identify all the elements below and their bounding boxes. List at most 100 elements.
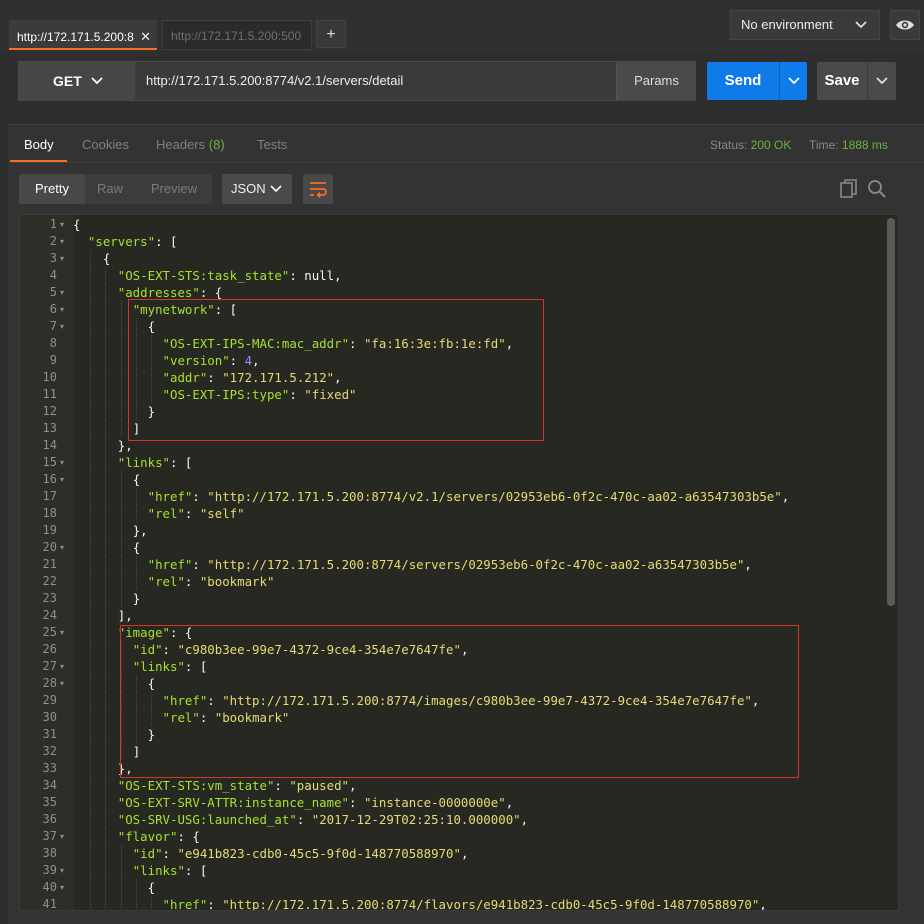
fold-toggle-icon[interactable]: ▾ [60, 539, 70, 556]
view-pretty-button[interactable]: Pretty [19, 174, 85, 204]
fold-toggle-icon[interactable]: ▾ [60, 233, 70, 250]
tab-body-label: Body [24, 137, 54, 152]
close-icon[interactable]: ✕ [140, 22, 151, 48]
line-number: 32 [42, 744, 57, 758]
tab-tests-label: Tests [257, 137, 288, 152]
code-token: : [162, 846, 178, 861]
fold-toggle-icon[interactable]: ▾ [60, 828, 70, 845]
line-number: 2 [49, 234, 57, 248]
fold-toggle-icon[interactable]: ▾ [60, 879, 70, 896]
code-token: : [184, 574, 200, 589]
indent-guide [120, 573, 122, 590]
fold-toggle-icon[interactable]: ▾ [60, 471, 70, 488]
request-tab-label: http://172.171.5.200:500 [171, 29, 302, 43]
code-token: "e941b823-cdb0-45c5-9f0d-148770588970" [177, 846, 461, 861]
indent-guide [120, 318, 122, 335]
code-token: "rel" [147, 506, 185, 521]
scrollbar[interactable] [887, 218, 895, 606]
indent-guide [90, 760, 92, 777]
code-token: "rel" [147, 574, 185, 589]
code-line: "servers": [ [73, 233, 178, 250]
fold-toggle-icon[interactable]: ▾ [60, 624, 70, 641]
code-token: : [192, 557, 208, 572]
tab-tests[interactable]: Tests [257, 128, 287, 162]
indent-guide [90, 641, 92, 658]
indent-guide [90, 556, 92, 573]
code-token: { [132, 472, 141, 487]
line-number: 16 [42, 472, 57, 486]
send-options-button[interactable] [779, 62, 807, 100]
fold-toggle-icon[interactable]: ▾ [60, 250, 70, 267]
line-number: 19 [42, 523, 57, 537]
indent-guide [105, 318, 107, 335]
indent-guide [135, 488, 137, 505]
search-icon[interactable] [866, 178, 888, 200]
time-label: Time: [809, 138, 839, 152]
indent-guide [120, 879, 122, 896]
code-token: "id" [132, 846, 163, 861]
new-tab-button[interactable]: + [316, 20, 346, 48]
chevron-down-icon [855, 11, 867, 49]
fold-toggle-icon[interactable]: ▾ [60, 658, 70, 675]
environment-select[interactable]: No environment [730, 10, 880, 40]
line-number: 4 [49, 268, 57, 282]
response-body-editor[interactable]: 1 ▾ 2 ▾ 3 ▾ 4 5 ▾ 6 ▾ 7 ▾ 8 9 10 11 12 13 14 15 ▾ 16 ▾ 17 18 19 20 ▾… [19, 214, 899, 911]
indent-guide [90, 505, 92, 522]
code-token: "instance-0000000e" [363, 795, 506, 810]
indent-guide [90, 777, 92, 794]
code-line: "OS-EXT-SRV-ATTR:instance_name": "instan… [73, 794, 513, 811]
line-number: 31 [42, 727, 57, 741]
method-select[interactable]: GET [19, 62, 135, 100]
copy-icon[interactable] [838, 178, 860, 200]
eye-icon [896, 20, 914, 30]
line-number: 40 [42, 880, 57, 894]
indent-guide [90, 862, 92, 879]
fold-toggle-icon[interactable]: ▾ [60, 216, 70, 233]
tab-cookies[interactable]: Cookies [82, 128, 129, 162]
fold-toggle-icon[interactable]: ▾ [60, 301, 70, 318]
tab-body[interactable]: Body [10, 128, 67, 162]
view-preview-button[interactable]: Preview [140, 174, 208, 204]
environment-quick-look-button[interactable] [890, 10, 920, 40]
code-token: , [744, 557, 752, 572]
indent-guide [120, 590, 122, 607]
fold-toggle-icon[interactable]: ▾ [60, 862, 70, 879]
fold-toggle-icon[interactable]: ▾ [60, 284, 70, 301]
code-token: }, [132, 523, 148, 538]
code-token: : [ [169, 455, 193, 470]
send-button[interactable]: Send [707, 62, 779, 100]
indent-guide [90, 318, 92, 335]
request-tab-active[interactable]: http://172.171.5.200:8 ✕ [9, 20, 157, 50]
code-line: "href": "http://172.171.5.200:8774/serve… [73, 556, 752, 573]
view-raw-button[interactable]: Raw [85, 174, 135, 204]
highlight-box-image [120, 625, 799, 778]
params-button[interactable]: Params [616, 62, 696, 100]
fold-toggle-icon[interactable]: ▾ [60, 675, 70, 692]
wrap-lines-button[interactable] [303, 174, 333, 204]
line-number: 11 [42, 387, 57, 401]
indent-guide [105, 607, 107, 624]
save-button[interactable]: Save [817, 62, 867, 100]
indent-guide [105, 794, 107, 811]
indent-guide [105, 505, 107, 522]
tab-headers[interactable]: Headers (8) [156, 128, 225, 162]
indent-guide [105, 488, 107, 505]
fold-toggle-icon[interactable]: ▾ [60, 454, 70, 471]
indent-guide [120, 862, 122, 879]
indent-guide [105, 454, 107, 471]
indent-guide [105, 267, 107, 284]
format-select[interactable]: JSON [222, 174, 292, 204]
indent-guide [105, 896, 107, 910]
line-number: 20 [42, 540, 57, 554]
fold-toggle-icon[interactable]: ▾ [60, 318, 70, 335]
url-input[interactable]: http://172.171.5.200:8774/v2.1/servers/d… [146, 62, 606, 100]
indent-guide [105, 471, 107, 488]
line-number: 6 [49, 302, 57, 316]
save-options-button[interactable] [867, 62, 896, 100]
request-tab-inactive[interactable]: http://172.171.5.200:500 [162, 20, 312, 50]
indent-guide [105, 828, 107, 845]
indent-guide [120, 335, 122, 352]
indent-guide [90, 607, 92, 624]
line-number: 21 [42, 557, 57, 571]
code-token: : { [199, 285, 223, 300]
